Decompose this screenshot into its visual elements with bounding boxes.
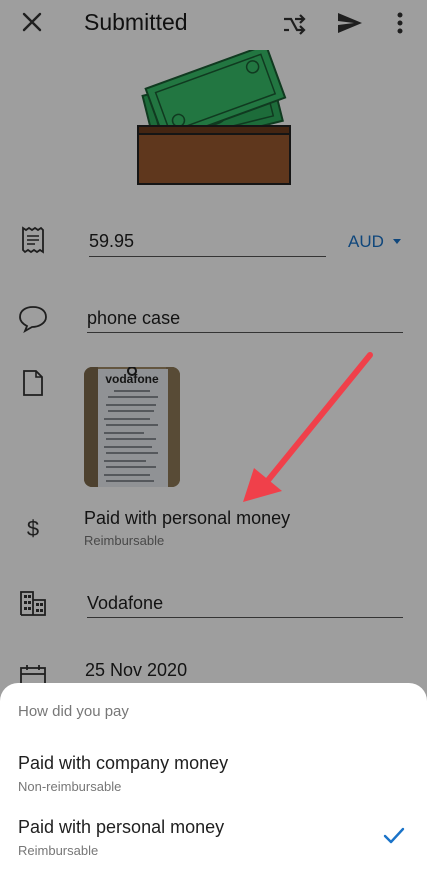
option-company-money[interactable]: Paid with company money Non-reimbursable: [0, 753, 427, 811]
option-personal-money[interactable]: Paid with personal money Reimbursable: [0, 817, 427, 875]
option-label: Paid with company money: [18, 753, 229, 773]
option-sub: Non-reimbursable: [18, 779, 122, 794]
sheet-title: How did you pay: [18, 703, 129, 720]
option-sub: Reimbursable: [18, 843, 99, 858]
check-icon: [383, 827, 405, 850]
option-label: Paid with personal money: [18, 817, 225, 837]
payment-method-bottom-sheet: How did you pay Paid with company money …: [0, 683, 427, 875]
